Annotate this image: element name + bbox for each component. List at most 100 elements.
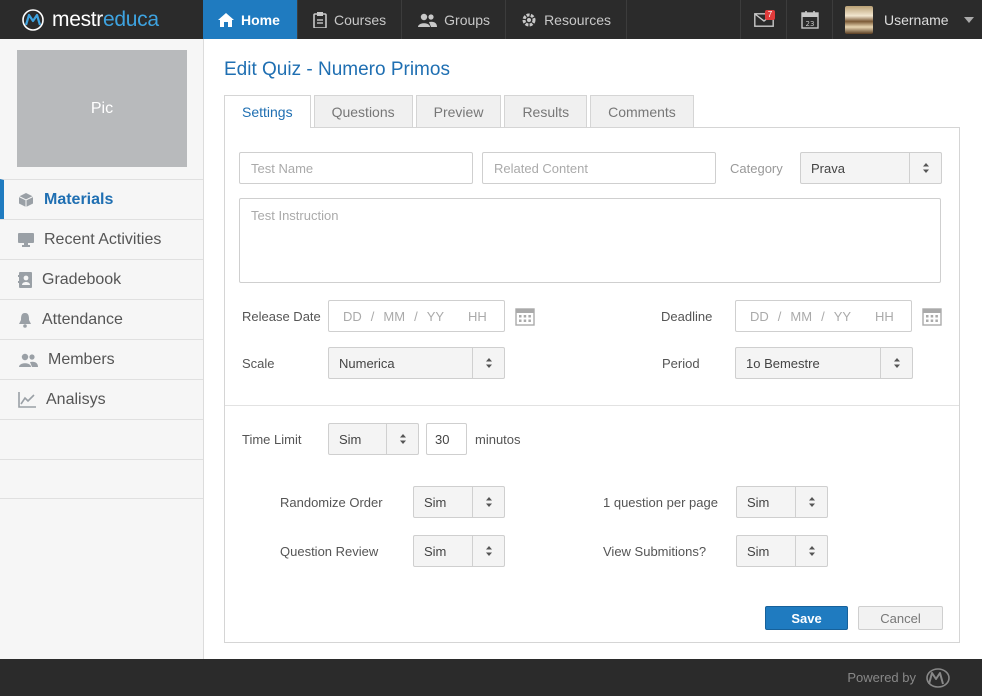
main-content: Edit Quiz - Numero Primos Settings Quest… bbox=[204, 39, 982, 659]
minutes-input[interactable]: 30 bbox=[426, 423, 467, 455]
tab-results[interactable]: Results bbox=[504, 95, 588, 127]
settings-panel: Test Name Related Content Category Prava… bbox=[224, 127, 960, 643]
nav-home-label: Home bbox=[241, 11, 280, 28]
select-arrows-icon bbox=[880, 348, 912, 378]
date-sep: / bbox=[777, 308, 782, 324]
related-content-input[interactable]: Related Content bbox=[482, 152, 716, 184]
test-name-input[interactable]: Test Name bbox=[239, 152, 473, 184]
view-submissions-label: View Submitions? bbox=[603, 543, 707, 559]
release-date-input[interactable]: DD / MM / YY HH bbox=[328, 300, 505, 332]
calendar-icon[interactable] bbox=[515, 306, 535, 326]
select-arrows-icon bbox=[909, 153, 941, 183]
sidebar-item-label: Members bbox=[48, 350, 115, 368]
time-limit-select[interactable]: Sim bbox=[328, 423, 419, 455]
question-per-page-select[interactable]: Sim bbox=[736, 486, 828, 518]
gear-icon bbox=[522, 13, 536, 26]
line-chart-icon bbox=[18, 391, 36, 408]
bell-icon bbox=[19, 312, 31, 328]
question-review-value: Sim bbox=[424, 543, 447, 559]
sidebar-item-materials[interactable]: Materials bbox=[0, 179, 203, 219]
section-divider bbox=[225, 405, 959, 406]
select-arrows-icon bbox=[472, 348, 504, 378]
calendar-icon[interactable] bbox=[922, 306, 942, 326]
select-arrows-icon bbox=[795, 536, 827, 566]
pic-label: Pic bbox=[90, 99, 114, 117]
select-arrows-icon bbox=[386, 424, 418, 454]
calendar-icon: 23 bbox=[800, 10, 819, 29]
deadline-input[interactable]: DD / MM / YY HH bbox=[735, 300, 912, 332]
powered-by-label: Powered by bbox=[847, 670, 916, 685]
scale-value: Numerica bbox=[339, 355, 395, 371]
chevron-down-icon bbox=[963, 16, 974, 23]
category-value: Prava bbox=[811, 160, 845, 176]
randomize-order-select[interactable]: Sim bbox=[413, 486, 505, 518]
messages-badge: 7 bbox=[765, 10, 775, 20]
scale-select[interactable]: Numerica bbox=[328, 347, 505, 379]
save-button[interactable]: Save bbox=[765, 606, 848, 630]
sidebar-item-analisys[interactable]: Analisys bbox=[0, 379, 203, 419]
time-limit-label: Time Limit bbox=[242, 431, 302, 447]
sidebar-empty-row bbox=[0, 419, 203, 459]
date-mm: MM bbox=[790, 308, 813, 324]
tab-preview[interactable]: Preview bbox=[415, 95, 502, 127]
period-select[interactable]: 1o Bemestre bbox=[735, 347, 913, 379]
brand-mark-icon bbox=[926, 667, 950, 688]
sidebar-item-gradebook[interactable]: Gradebook bbox=[0, 259, 203, 299]
date-dd: DD bbox=[750, 308, 769, 324]
date-yy: YY bbox=[426, 308, 445, 324]
select-arrows-icon bbox=[795, 487, 827, 517]
users-icon bbox=[418, 13, 438, 27]
question-review-select[interactable]: Sim bbox=[413, 535, 505, 567]
brand-logo[interactable]: mestr educa bbox=[0, 0, 203, 39]
users-icon bbox=[19, 353, 38, 367]
date-sep: / bbox=[370, 308, 375, 324]
date-hh: HH bbox=[875, 308, 894, 324]
deadline-label: Deadline bbox=[661, 308, 713, 324]
sidebar-item-attendance[interactable]: Attendance bbox=[0, 299, 203, 339]
calendar-day: 23 bbox=[805, 20, 814, 28]
sidebar-item-recent-activities[interactable]: Recent Activities bbox=[0, 219, 203, 259]
tab-settings[interactable]: Settings bbox=[224, 95, 311, 128]
select-arrows-icon bbox=[472, 536, 504, 566]
select-arrows-icon bbox=[472, 487, 504, 517]
cube-icon bbox=[18, 192, 34, 207]
sidebar-menu: Materials Recent Activities Gradebook At… bbox=[0, 179, 203, 499]
calendar-button[interactable]: 23 bbox=[786, 0, 832, 39]
nav-courses[interactable]: Courses bbox=[298, 0, 403, 39]
category-select[interactable]: Prava bbox=[800, 152, 942, 184]
home-icon bbox=[218, 12, 234, 27]
period-value: 1o Bemestre bbox=[746, 355, 820, 371]
tab-comments[interactable]: Comments bbox=[590, 95, 694, 127]
tab-bar: Settings Questions Preview Results Comme… bbox=[224, 95, 697, 128]
nav-resources-label: Resources bbox=[544, 11, 611, 28]
footer: Powered by bbox=[0, 659, 982, 696]
test-instruction-textarea[interactable]: Test Instruction bbox=[239, 198, 941, 283]
date-yy: YY bbox=[833, 308, 852, 324]
clipboard-icon bbox=[313, 11, 327, 28]
nav-courses-label: Courses bbox=[334, 11, 387, 28]
cancel-button[interactable]: Cancel bbox=[858, 606, 943, 630]
messages-button[interactable]: 7 bbox=[740, 0, 786, 39]
sidebar-item-label: Analisys bbox=[46, 390, 106, 408]
nav-home[interactable]: Home bbox=[203, 0, 298, 39]
date-sep: / bbox=[821, 308, 825, 324]
tab-questions[interactable]: Questions bbox=[313, 95, 413, 127]
sidebar: Pic Materials Recent Activities Gradeboo… bbox=[0, 39, 204, 659]
period-label: Period bbox=[662, 355, 700, 371]
release-date-label: Release Date bbox=[242, 308, 321, 324]
view-submissions-value: Sim bbox=[747, 543, 770, 559]
sidebar-item-members[interactable]: Members bbox=[0, 339, 203, 379]
date-sep: / bbox=[414, 308, 418, 324]
nav-resources[interactable]: Resources bbox=[506, 0, 627, 39]
view-submissions-select[interactable]: Sim bbox=[736, 535, 828, 567]
date-dd: DD bbox=[343, 308, 362, 324]
nav-groups-label: Groups bbox=[444, 11, 491, 28]
user-menu[interactable]: Username bbox=[832, 0, 982, 39]
question-per-page-label: 1 question per page bbox=[603, 494, 718, 510]
question-review-label: Question Review bbox=[280, 543, 379, 559]
question-per-page-value: Sim bbox=[747, 494, 770, 510]
monitor-icon bbox=[18, 232, 34, 247]
brand-mark-icon bbox=[22, 8, 44, 31]
category-label: Category bbox=[730, 160, 783, 176]
nav-groups[interactable]: Groups bbox=[402, 0, 507, 39]
